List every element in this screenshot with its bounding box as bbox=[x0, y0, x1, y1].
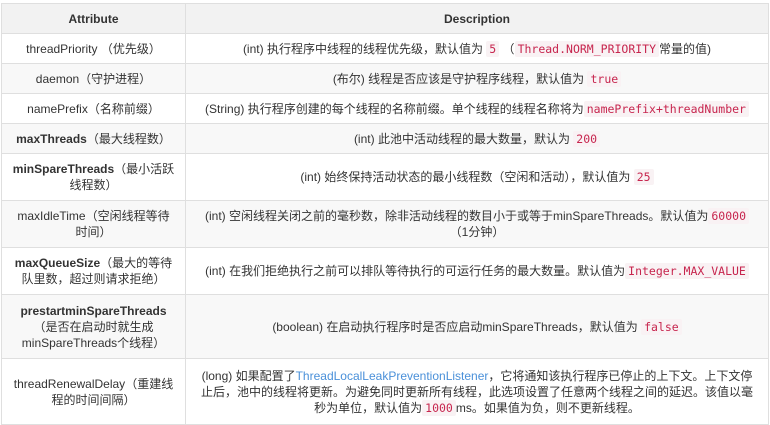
code-value: namePrefix+threadNumber bbox=[583, 100, 749, 117]
attribute-cell: maxIdleTime（空闲线程等待时间） bbox=[1, 200, 186, 248]
attribute-note: （空闲线程等待时间） bbox=[75, 209, 170, 239]
description-cell: (int) 在我们拒绝执行之前可以排队等待执行的可运行任务的最大数量。默认值为 I… bbox=[185, 247, 769, 295]
code-value: 60000 bbox=[708, 208, 749, 224]
code-value: Thread.NORM_PRIORITY bbox=[514, 40, 660, 57]
description-text: (int) 执行程序中线程的线程优先级，默认值为 bbox=[242, 41, 487, 56]
description-cell: (int) 空闲线程关闭之前的毫秒数，除非活动线程的数目小于或等于minSpar… bbox=[185, 200, 769, 248]
table-row: namePrefix（名称前缀） (String) 执行程序创建的每个线程的名称前… bbox=[1, 93, 769, 124]
description-text: (String) 执行程序创建的每个线程的名称前缀。单个线程的线程名称将为 bbox=[205, 101, 584, 116]
description-cell: (boolean) 在启动执行程序时是否应启动minSpareThreads，默… bbox=[185, 294, 769, 359]
attribute-cell: threadPriority （优先级） bbox=[1, 33, 186, 64]
description-cell: (int) 执行程序中线程的线程优先级，默认值为 5 （Thread.NORM_… bbox=[185, 33, 769, 64]
description-text: (long) 如果配置了 bbox=[201, 368, 296, 383]
attribute-note: （最大线程数） bbox=[86, 131, 171, 146]
attribute-cell: maxQueueSize（最大的等待队里数，超过则请求拒绝） bbox=[1, 247, 186, 295]
description-text: （1分钟） bbox=[449, 225, 505, 239]
description-text: ms。如果值为负，则不更新线程。 bbox=[455, 400, 640, 415]
code-value: 25 bbox=[633, 169, 654, 185]
table-row: maxQueueSize（最大的等待队里数，超过则请求拒绝） (int) 在我们拒… bbox=[1, 247, 769, 295]
attribute-name: daemon bbox=[35, 71, 80, 86]
attribute-cell: maxThreads（最大线程数） bbox=[1, 123, 186, 154]
attribute-name: maxQueueSize bbox=[14, 256, 101, 270]
description-text: (int) 始终保持活动状态的最小线程数（空闲和活动），默认值为 bbox=[300, 170, 634, 184]
attribute-cell: daemon（守护进程） bbox=[1, 63, 186, 94]
attribute-note: （名称前缀） bbox=[87, 101, 160, 116]
code-value: 200 bbox=[573, 130, 601, 147]
description-cell: (String) 执行程序创建的每个线程的名称前缀。单个线程的线程名称将为 nam… bbox=[185, 93, 769, 124]
description-text: (int) 空闲线程关闭之前的毫秒数，除非活动线程的数目小于或等于minSpar… bbox=[204, 209, 709, 223]
code-value: 5 bbox=[486, 40, 500, 57]
code-value: 1000 bbox=[422, 399, 456, 416]
table-row: daemon（守护进程） (布尔) 线程是否应该是守护程序线程，默认值为 true bbox=[1, 63, 769, 94]
code-value: Integer.MAX_VALUE bbox=[625, 263, 749, 279]
table-body: threadPriority （优先级） (int) 执行程序中线程的线程优先级，… bbox=[1, 33, 769, 425]
description-cell: (布尔) 线程是否应该是守护程序线程，默认值为 true bbox=[185, 63, 769, 94]
attribute-name: minSpareThreads bbox=[12, 162, 115, 176]
table-row: threadRenewalDelay（重建线程的时间间隔） (long) 如果配置… bbox=[1, 358, 769, 425]
header-description: Description bbox=[185, 3, 769, 34]
attribute-name: prestartminSpareThreads bbox=[20, 303, 167, 318]
code-value: true bbox=[587, 70, 622, 87]
attribute-cell: prestartminSpareThreads（是否在启动时就生成minSpar… bbox=[1, 294, 186, 359]
doc-link[interactable]: ThreadLocalLeakPreventionListener bbox=[296, 369, 489, 383]
description-text: 常量的值) bbox=[659, 41, 712, 56]
header-attribute: Attribute bbox=[1, 3, 186, 34]
description-text: (boolean) 在启动执行程序时是否应启动minSpareThreads，默… bbox=[272, 319, 642, 334]
attribute-table: Attribute Description threadPriority （优先… bbox=[1, 3, 769, 425]
description-text: (int) 此池中活动线程的最大数量，默认为 bbox=[353, 131, 574, 146]
attribute-note: （是否在启动时就生成minSpareThreads个线程） bbox=[21, 319, 166, 350]
table-row: prestartminSpareThreads（是否在启动时就生成minSpar… bbox=[1, 294, 769, 359]
attribute-note: （优先级） bbox=[97, 41, 161, 56]
description-cell: (long) 如果配置了ThreadLocalLeakPreventionLis… bbox=[185, 358, 769, 425]
attribute-cell: namePrefix（名称前缀） bbox=[1, 93, 186, 124]
attribute-name: threadRenewalDelay bbox=[13, 376, 126, 391]
description-text: （ bbox=[499, 41, 515, 56]
attribute-name: maxThreads bbox=[16, 131, 87, 146]
code-value: false bbox=[641, 318, 682, 335]
attribute-cell: threadRenewalDelay（重建线程的时间间隔） bbox=[1, 358, 186, 425]
attribute-cell: minSpareThreads（最小活跃线程数） bbox=[1, 153, 186, 201]
description-text: (int) 在我们拒绝执行之前可以排队等待执行的可运行任务的最大数量。默认值为 bbox=[205, 264, 626, 278]
table-row: maxIdleTime（空闲线程等待时间） (int) 空闲线程关闭之前的毫秒数，… bbox=[1, 200, 769, 248]
description-text: (布尔) 线程是否应该是守护程序线程，默认值为 bbox=[332, 71, 588, 86]
table-row: maxThreads（最大线程数） (int) 此池中活动线程的最大数量，默认为 … bbox=[1, 123, 769, 154]
attribute-name: threadPriority bbox=[26, 41, 98, 56]
description-cell: (int) 始终保持活动状态的最小线程数（空闲和活动），默认值为 25 bbox=[185, 153, 769, 201]
attribute-name: maxIdleTime bbox=[17, 209, 86, 223]
table-row: threadPriority （优先级） (int) 执行程序中线程的线程优先级，… bbox=[1, 33, 769, 64]
description-cell: (int) 此池中活动线程的最大数量，默认为 200 bbox=[185, 123, 769, 154]
header-row: Attribute Description bbox=[1, 3, 769, 34]
attribute-note: （守护进程） bbox=[79, 71, 152, 86]
table-row: minSpareThreads（最小活跃线程数） (int) 始终保持活动状态的最… bbox=[1, 153, 769, 201]
attribute-name: namePrefix bbox=[27, 101, 88, 116]
